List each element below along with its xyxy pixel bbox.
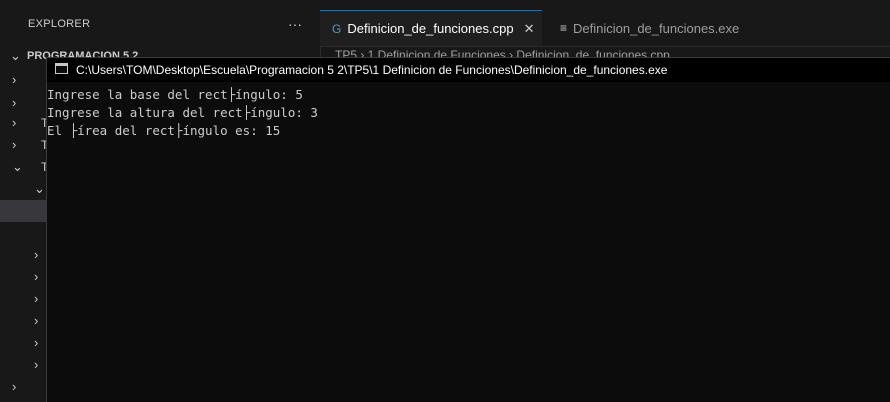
editor-tab-bar: G Definicion_de_funciones.cpp ✕ ≡ Defini… [320, 0, 890, 47]
tree-item[interactable]: › [0, 355, 46, 377]
console-line: El ├írea del rect├íngulo es: 15 [47, 123, 281, 138]
chevron-right-icon: › [12, 95, 17, 110]
tab-definicion-exe[interactable]: ≡ Definicion_de_funciones.exe [548, 10, 764, 46]
tab-label: Definicion_de_funciones.exe [573, 20, 740, 36]
tree-item[interactable]: › [0, 311, 46, 333]
tree-item-selected[interactable] [0, 200, 46, 222]
tree-item[interactable]: › [0, 245, 46, 267]
tab-label: Definicion_de_funciones.cpp [347, 21, 514, 36]
console-line: Ingrese la base del rect├íngulo: 5 [47, 87, 303, 102]
chevron-right-icon: › [12, 137, 17, 152]
chevron-right-icon: › [34, 357, 39, 372]
explorer-title: EXPLORER [28, 18, 91, 30]
console-app-icon [55, 63, 68, 74]
chevron-right-icon: › [34, 269, 39, 284]
file-lines-icon: ≡ [560, 21, 568, 35]
screen: EXPLORER ··· ⌄ PROGRAMACION 5 2 › › › T ›… [0, 0, 890, 402]
chevron-right-icon: › [12, 115, 17, 130]
tree-item[interactable]: › [0, 93, 46, 115]
more-actions-icon[interactable]: ··· [288, 16, 302, 32]
chevron-right-icon: › [34, 313, 39, 328]
chevron-down-icon: ⌄ [10, 48, 21, 63]
console-line: Ingrese la altura del rect├íngulo: 3 [47, 105, 318, 120]
console-window[interactable]: C:\Users\TOM\Desktop\Escuela\Programacio… [46, 57, 890, 402]
tree-item[interactable]: › [0, 333, 46, 355]
tree-item[interactable]: › [0, 377, 46, 399]
chevron-down-icon: ⌄ [34, 181, 45, 196]
tree-item[interactable]: › [0, 70, 46, 92]
chevron-down-icon: ⌄ [12, 159, 23, 174]
close-icon[interactable]: ✕ [524, 21, 535, 37]
tree-item[interactable]: › T [0, 135, 48, 157]
chevron-right-icon: › [12, 379, 17, 394]
chevron-right-icon: › [34, 335, 39, 350]
console-title-bar[interactable]: C:\Users\TOM\Desktop\Escuela\Programacio… [47, 58, 890, 82]
chevron-right-icon: › [34, 291, 39, 306]
tree-item[interactable]: › [0, 289, 46, 311]
tree-item[interactable]: › T [0, 113, 48, 135]
console-output[interactable]: Ingrese la base del rect├íngulo: 5 Ingre… [47, 86, 890, 140]
chevron-right-icon: › [12, 72, 17, 87]
chevron-right-icon: › [34, 247, 39, 262]
tree-item[interactable]: ⌄ T [0, 157, 48, 179]
tree-item[interactable]: ⌄ [0, 179, 46, 201]
tab-definicion-cpp[interactable]: G Definicion_de_funciones.cpp ✕ [320, 10, 542, 46]
tree-item[interactable]: › [0, 267, 46, 289]
console-title: C:\Users\TOM\Desktop\Escuela\Programacio… [76, 63, 668, 77]
cpp-file-icon: G [332, 21, 342, 36]
